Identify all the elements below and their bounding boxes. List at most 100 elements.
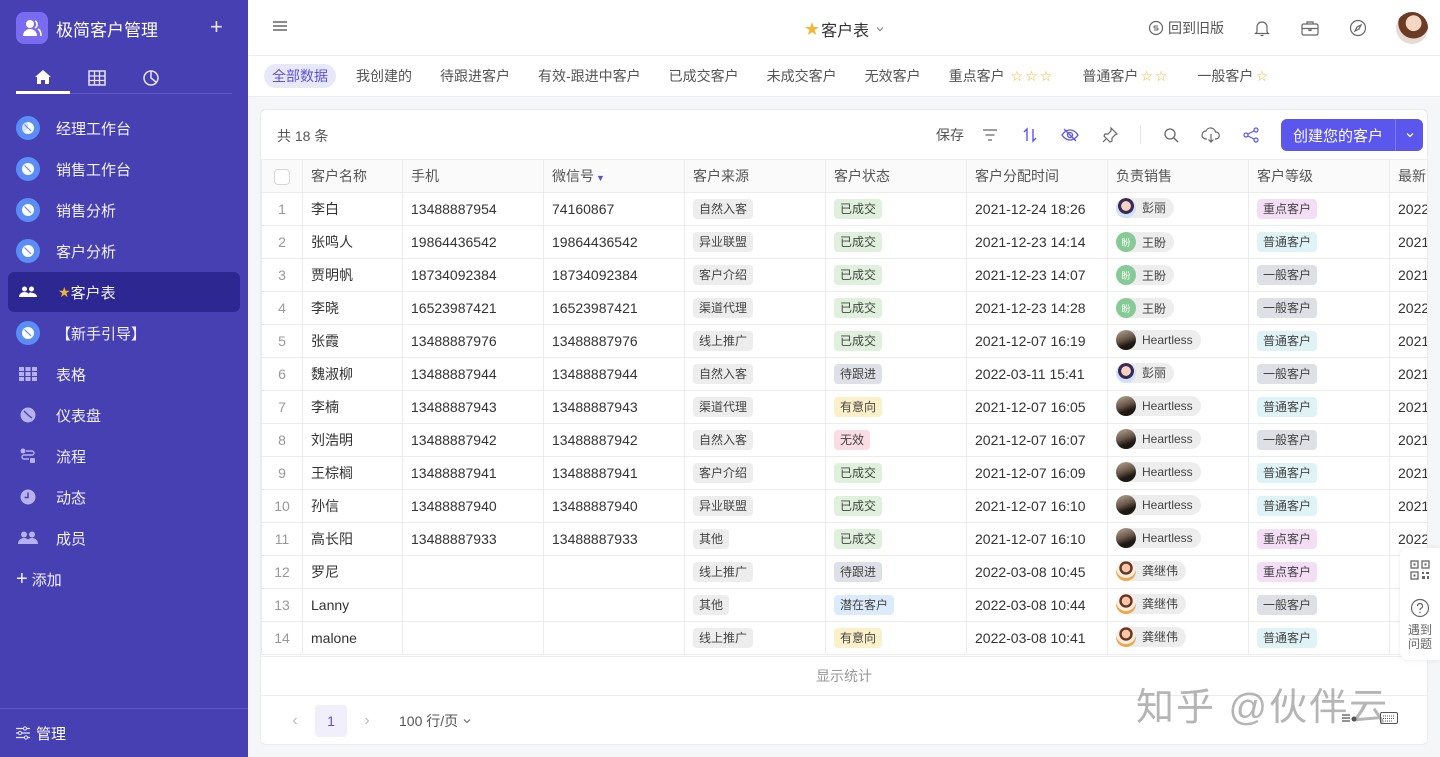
- column-header-status[interactable]: 客户状态: [825, 159, 967, 193]
- prev-page-button[interactable]: ‹: [285, 712, 305, 730]
- sidebar-item-flow[interactable]: 流程: [8, 436, 240, 476]
- cell-status[interactable]: 已成交: [825, 258, 967, 292]
- user-avatar[interactable]: [1396, 12, 1428, 44]
- sidebar-item-tables[interactable]: 表格: [8, 354, 240, 394]
- table-row[interactable]: 2 张鸣人 19864436542 19864436542 异业联盟 已成交 2021-12…: [261, 225, 1427, 259]
- cell-latest[interactable]: 2021: [1389, 324, 1427, 358]
- cell-assign-time[interactable]: 2022-03-11 15:41: [966, 357, 1108, 391]
- cell-wechat[interactable]: 13488887942: [543, 423, 685, 457]
- cell-status[interactable]: 已成交: [825, 324, 967, 358]
- table-row[interactable]: 14 malone 线上推广 有意向 2022-03-08 10:41 龚继伟 普通客户: [261, 621, 1427, 655]
- page-size-select[interactable]: 100 行/页: [399, 711, 472, 731]
- cell-assign-time[interactable]: 2022-03-08 10:41: [966, 621, 1108, 655]
- table-row[interactable]: 7 李楠 13488887943 13488887943 渠道代理 有意向 2021-12-…: [261, 390, 1427, 424]
- add-app-button[interactable]: +: [210, 14, 223, 40]
- cell-wechat[interactable]: 13488887940: [543, 489, 685, 523]
- cell-name[interactable]: 李楠: [302, 390, 403, 424]
- cell-latest[interactable]: 2022: [1389, 291, 1427, 325]
- cell-phone[interactable]: 13488887942: [402, 423, 544, 457]
- view-tab-no-deal[interactable]: 未成交客户: [759, 64, 845, 88]
- sidebar-item-manager-workbench[interactable]: 经理工作台: [8, 108, 240, 148]
- cell-name[interactable]: 李晓: [302, 291, 403, 325]
- cell-name[interactable]: 高长阳: [302, 522, 403, 556]
- column-header-name[interactable]: 客户名称: [302, 159, 403, 193]
- view-tab-following[interactable]: 有效-跟进中客户: [530, 64, 649, 88]
- cell-assign-time[interactable]: 2021-12-07 16:09: [966, 456, 1108, 490]
- cell-source[interactable]: 其他: [684, 588, 826, 622]
- cell-name[interactable]: 魏淑柳: [302, 357, 403, 391]
- table-row[interactable]: 11 高长阳 13488887933 13488887933 其他 已成交 2021-12-…: [261, 522, 1427, 556]
- cell-name[interactable]: 刘浩明: [302, 423, 403, 457]
- cell-level[interactable]: 一般客户: [1248, 423, 1390, 457]
- page-title-dropdown[interactable]: ★ 客户表: [802, 17, 886, 41]
- cell-level[interactable]: 重点客户: [1248, 555, 1390, 589]
- cell-phone[interactable]: 13488887940: [402, 489, 544, 523]
- cell-latest[interactable]: 2021: [1389, 489, 1427, 523]
- cell-name[interactable]: Lanny: [302, 588, 403, 622]
- cell-sales[interactable]: 盼王盼: [1107, 291, 1249, 325]
- cell-level[interactable]: 普通客户: [1248, 621, 1390, 655]
- cell-sales[interactable]: Heartless: [1107, 324, 1249, 358]
- cell-sales[interactable]: 盼王盼: [1107, 258, 1249, 292]
- pin-button[interactable]: [1100, 125, 1120, 145]
- cell-status[interactable]: 已成交: [825, 522, 967, 556]
- cell-assign-time[interactable]: 2021-12-07 16:10: [966, 522, 1108, 556]
- column-header-sales[interactable]: 负责销售: [1107, 159, 1249, 193]
- cell-status[interactable]: 有意向: [825, 390, 967, 424]
- table-row[interactable]: 1 李白 13488887954 74160867 自然入客 已成交 2021-12-24 …: [261, 192, 1427, 226]
- sidebar-tab-dashboard[interactable]: [124, 62, 178, 94]
- search-button[interactable]: [1161, 125, 1181, 145]
- cell-assign-time[interactable]: 2022-03-08 10:44: [966, 588, 1108, 622]
- cell-wechat[interactable]: [543, 588, 685, 622]
- page-number-current[interactable]: 1: [315, 705, 347, 737]
- sidebar-item-sales-analysis[interactable]: 销售分析: [8, 190, 240, 230]
- cell-level[interactable]: 重点客户: [1248, 522, 1390, 556]
- cell-source[interactable]: 渠道代理: [684, 291, 826, 325]
- table-row[interactable]: 9 王棕榈 13488887941 13488887941 客户介绍 已成交 2021-12…: [261, 456, 1427, 490]
- cell-name[interactable]: 王棕榈: [302, 456, 403, 490]
- cell-phone[interactable]: [402, 621, 544, 655]
- select-all-checkbox[interactable]: [274, 168, 290, 185]
- column-header-wechat[interactable]: 微信号 ▼: [543, 159, 685, 193]
- cell-sales[interactable]: Heartless: [1107, 522, 1249, 556]
- column-header-phone[interactable]: 手机: [402, 159, 544, 193]
- cell-name[interactable]: 孙信: [302, 489, 403, 523]
- cell-assign-time[interactable]: 2021-12-07 16:10: [966, 489, 1108, 523]
- cell-source[interactable]: 线上推广: [684, 555, 826, 589]
- manage-button[interactable]: 管理: [0, 708, 248, 757]
- view-tab-general[interactable]: 一般客户 ☆: [1189, 64, 1276, 88]
- cell-status[interactable]: 待跟进: [825, 555, 967, 589]
- view-tab-all[interactable]: 全部数据: [264, 64, 336, 88]
- cell-phone[interactable]: 13488887933: [402, 522, 544, 556]
- view-tab-pending[interactable]: 待跟进客户: [432, 64, 518, 88]
- sidebar-item-customer-analysis[interactable]: 客户分析: [8, 231, 240, 271]
- cell-phone[interactable]: 18734092384: [402, 258, 544, 292]
- view-tab-invalid[interactable]: 无效客户: [857, 64, 929, 88]
- sidebar-tab-home[interactable]: [16, 62, 70, 94]
- cell-latest[interactable]: 2021: [1389, 456, 1427, 490]
- next-page-button[interactable]: ›: [357, 712, 377, 730]
- cell-status[interactable]: 待跟进: [825, 357, 967, 391]
- cell-status[interactable]: 已成交: [825, 456, 967, 490]
- hide-fields-button[interactable]: [1060, 125, 1080, 145]
- cell-sales[interactable]: Heartless: [1107, 423, 1249, 457]
- cell-name[interactable]: 张鸣人: [302, 225, 403, 259]
- cell-assign-time[interactable]: 2022-03-08 10:45: [966, 555, 1108, 589]
- cell-phone[interactable]: 13488887976: [402, 324, 544, 358]
- cell-name[interactable]: malone: [302, 621, 403, 655]
- create-options-dropdown[interactable]: [1395, 119, 1423, 151]
- cell-sales[interactable]: 龚继伟: [1107, 621, 1249, 655]
- cell-level[interactable]: 一般客户: [1248, 588, 1390, 622]
- cell-sales[interactable]: 彭丽: [1107, 192, 1249, 226]
- sidebar-item-activity[interactable]: 动态: [8, 477, 240, 517]
- cell-status[interactable]: 已成交: [825, 225, 967, 259]
- cell-source[interactable]: 客户介绍: [684, 258, 826, 292]
- cell-wechat[interactable]: 74160867: [543, 192, 685, 226]
- column-header-source[interactable]: 客户来源: [684, 159, 826, 193]
- sidebar-item-guide[interactable]: 【新手引导】: [8, 313, 240, 353]
- cell-wechat[interactable]: 13488887944: [543, 357, 685, 391]
- view-tab-mine[interactable]: 我创建的: [348, 64, 420, 88]
- cell-level[interactable]: 一般客户: [1248, 258, 1390, 292]
- cell-phone[interactable]: 16523987421: [402, 291, 544, 325]
- cell-latest[interactable]: 2021: [1389, 258, 1427, 292]
